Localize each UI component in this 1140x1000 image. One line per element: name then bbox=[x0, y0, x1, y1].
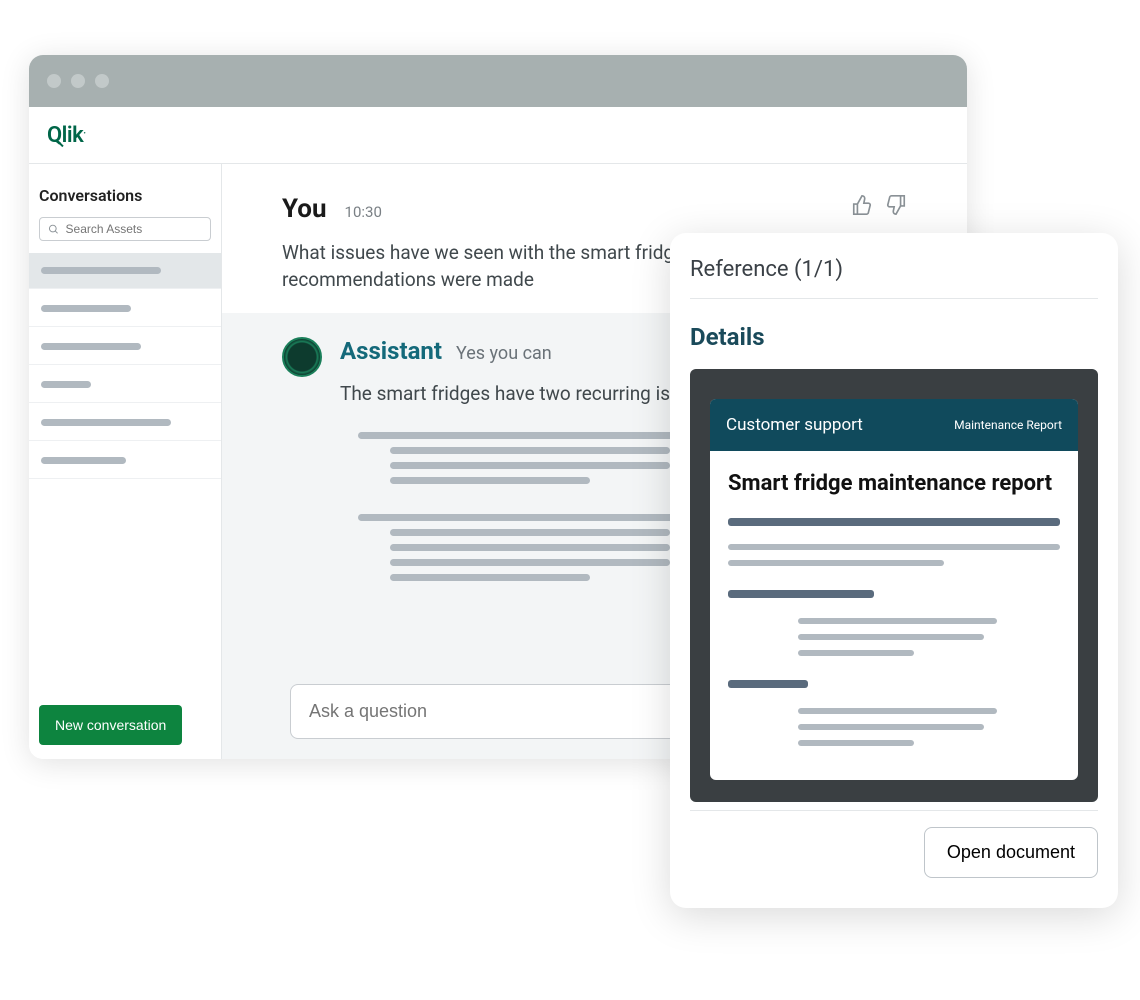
open-document-button[interactable]: Open document bbox=[924, 827, 1098, 878]
window-titlebar bbox=[29, 55, 967, 107]
document-body: Smart fridge maintenance report bbox=[710, 451, 1078, 780]
qlik-logo: QQliklik. bbox=[47, 123, 86, 148]
conversation-item[interactable] bbox=[29, 291, 221, 327]
search-input-wrapper[interactable] bbox=[39, 217, 211, 241]
message-timestamp: 10:30 bbox=[345, 203, 382, 221]
user-sender-label: You bbox=[282, 194, 327, 224]
document-category: Customer support bbox=[726, 415, 863, 435]
assistant-subtitle: Yes you can bbox=[456, 343, 552, 364]
conversation-list bbox=[29, 253, 221, 479]
conversation-item[interactable] bbox=[29, 405, 221, 441]
document-tag: Maintenance Report bbox=[954, 418, 1062, 432]
search-input[interactable] bbox=[66, 222, 202, 236]
window-dot bbox=[71, 74, 85, 88]
assistant-avatar-icon bbox=[282, 337, 322, 377]
conversation-item[interactable] bbox=[29, 253, 221, 289]
search-icon bbox=[48, 223, 60, 236]
window-dot bbox=[47, 74, 61, 88]
document-preview: Customer support Maintenance Report Smar… bbox=[690, 369, 1098, 802]
conversation-item[interactable] bbox=[29, 329, 221, 365]
details-label: Details bbox=[690, 323, 1098, 351]
brand-row: QQliklik. bbox=[29, 107, 967, 164]
assistant-sender-label: Assistant bbox=[340, 337, 442, 365]
thumbs-down-icon[interactable] bbox=[885, 194, 907, 220]
sidebar: Conversations New conversation bbox=[29, 164, 222, 759]
document-title: Smart fridge maintenance report bbox=[728, 471, 1060, 496]
new-conversation-button[interactable]: New conversation bbox=[39, 705, 182, 745]
thumbs-up-icon[interactable] bbox=[851, 194, 873, 220]
document-header: Customer support Maintenance Report bbox=[710, 399, 1078, 451]
reference-heading: Reference (1/1) bbox=[690, 257, 1098, 299]
reference-panel: Reference (1/1) Details Customer support… bbox=[670, 233, 1118, 908]
conversation-item[interactable] bbox=[29, 443, 221, 479]
conversation-item[interactable] bbox=[29, 367, 221, 403]
sidebar-title: Conversations bbox=[37, 176, 213, 217]
window-dot bbox=[95, 74, 109, 88]
